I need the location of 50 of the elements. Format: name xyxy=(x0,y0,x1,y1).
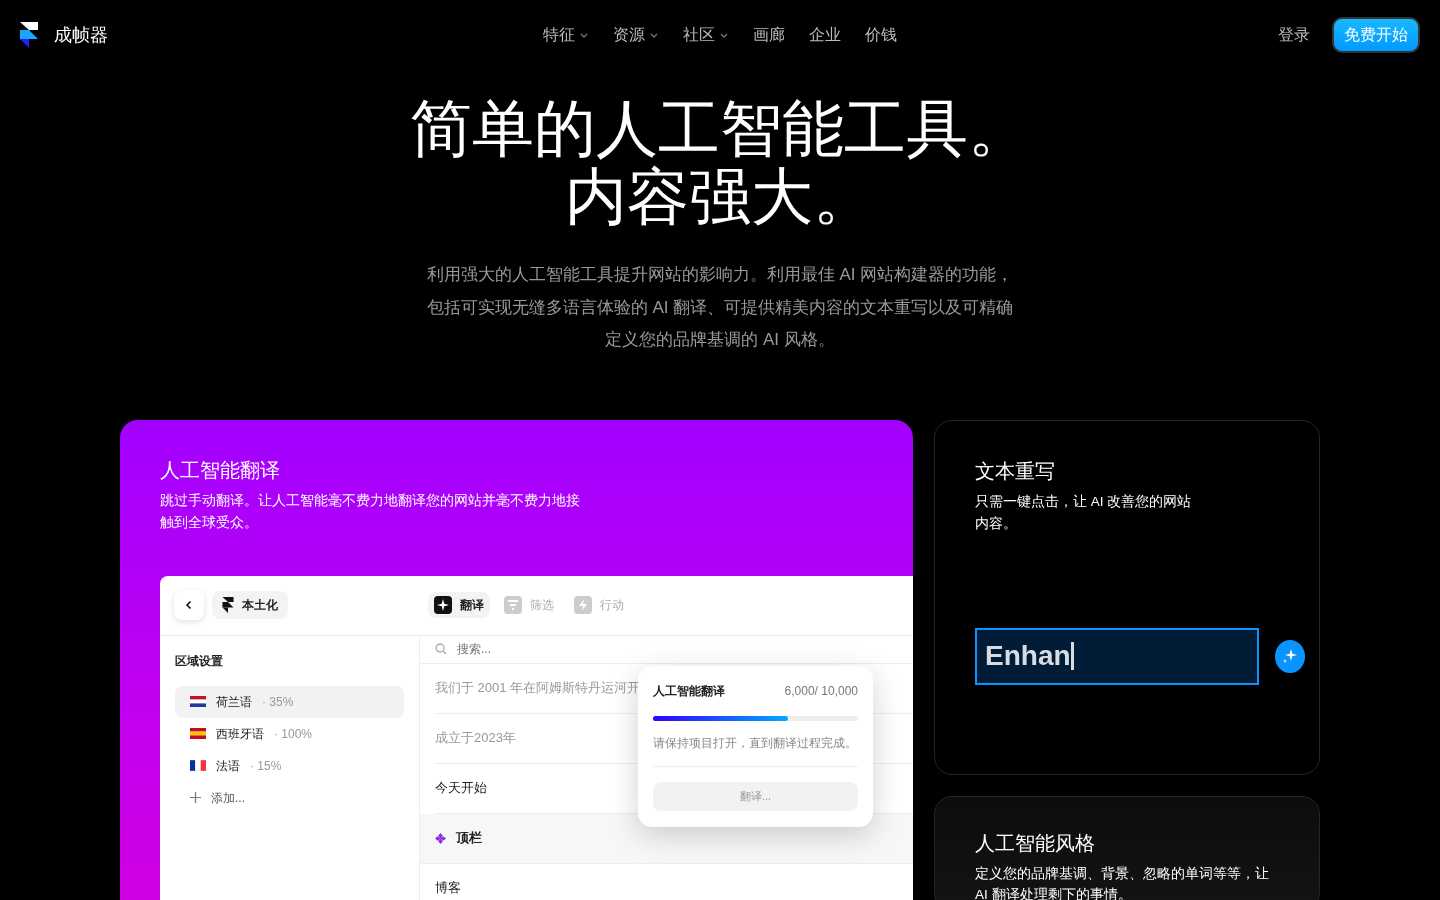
search-icon xyxy=(435,643,447,655)
add-locale-button[interactable]: 添加... xyxy=(175,781,260,814)
locale-name: 法语 xyxy=(216,757,240,775)
lightning-icon xyxy=(574,596,592,614)
word-count: 6,000/ 10,000 xyxy=(784,682,858,700)
brand-name[interactable]: 成帧器 xyxy=(54,21,108,49)
text-input-field[interactable]: Enhan xyxy=(975,627,1259,685)
logo-icon xyxy=(222,597,234,613)
nav-link[interactable]: 价钱 xyxy=(865,23,897,47)
text-cursor xyxy=(1070,642,1074,670)
sparkle-icon xyxy=(434,596,452,614)
chevron-left-icon xyxy=(184,600,194,610)
popup-title: 人工智能翻译 xyxy=(653,682,725,700)
page-list-item[interactable]: 博客 xyxy=(435,863,913,900)
hero-subtitle: 利用强大的人工智能工具提升网站的影响力。利用最佳 AI 网站构建器的功能，包括可实现无缝多语言体验的 AI 翻译、可提供精美内容的文本重写以及可精确定义您的品牌基调的 AI 风格。 xyxy=(425,264,1015,351)
card-description: 跳过手动翻译。让人工智能毫不费力地翻译您的网站并毫不费力地接触到全球受众。 xyxy=(160,491,580,532)
locale-item[interactable]: 荷兰语 · 35% xyxy=(175,685,404,718)
nav-link[interactable]: 画廊 xyxy=(753,23,785,47)
ai-enhance-button[interactable] xyxy=(1275,639,1305,673)
input-text: Enhan xyxy=(985,639,1071,673)
card-title: 文本重写 xyxy=(975,458,1056,483)
locale-progress: · 35% xyxy=(262,693,294,711)
flag-icon xyxy=(190,760,206,771)
card-title: 人工智能翻译 xyxy=(160,457,281,482)
section-title: 区域设置 xyxy=(175,652,224,670)
nav-link[interactable]: 资源 xyxy=(613,23,659,47)
back-button[interactable] xyxy=(174,590,204,620)
project-button[interactable]: 本土化 xyxy=(212,591,288,619)
locale-progress: · 15% xyxy=(250,757,282,775)
card-description: 只需一键点击，让 AI 改善您的网站内容。 xyxy=(975,492,1193,533)
nav-link[interactable]: 社区 xyxy=(683,23,729,47)
hero-title: 简单的人工智能工具。 内容强大。 xyxy=(409,95,1031,231)
popup-note: 请保持项目打开，直到翻译过程完成。 xyxy=(653,734,858,767)
locale-item[interactable]: 法语 · 15% xyxy=(175,749,404,782)
card-description: 定义您的品牌基调、背景、忽略的单词等等，让 AI 翻译处理剩下的事情。 xyxy=(975,864,1270,900)
login-link[interactable]: 登录 xyxy=(1272,22,1316,48)
component-icon xyxy=(435,832,446,844)
plus-icon xyxy=(190,792,201,803)
card-title: 人工智能风格 xyxy=(975,830,1096,855)
locale-item[interactable]: 西班牙语 · 100% xyxy=(175,717,404,750)
toolbar-tab[interactable]: 翻译 xyxy=(428,592,490,618)
nav-link[interactable]: 企业 xyxy=(809,23,841,47)
flag-icon xyxy=(190,696,206,707)
locale-progress: · 100% xyxy=(274,725,313,743)
nav-link[interactable]: 特征 xyxy=(543,23,589,47)
logo-icon[interactable] xyxy=(20,22,38,48)
locale-name: 西班牙语 xyxy=(216,725,264,743)
filter-icon xyxy=(504,596,522,614)
flag-icon xyxy=(190,728,206,739)
locale-name: 荷兰语 xyxy=(216,693,252,711)
